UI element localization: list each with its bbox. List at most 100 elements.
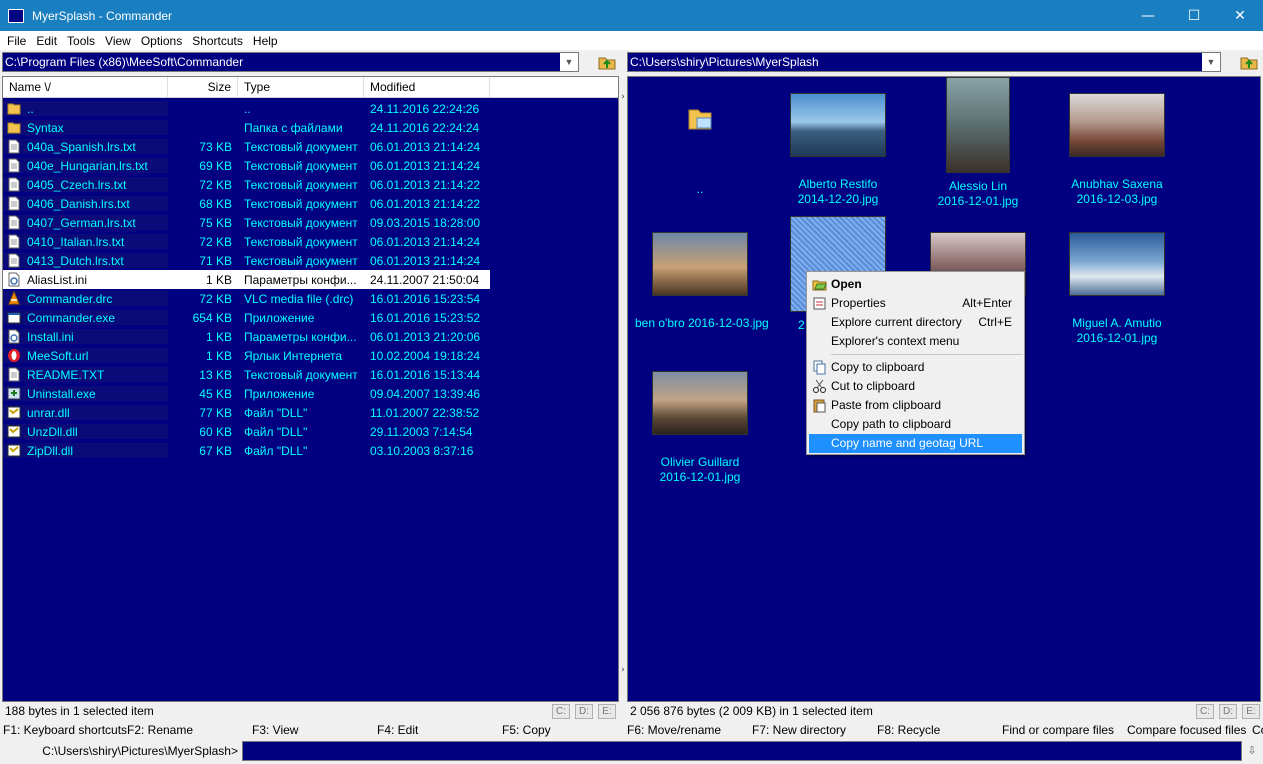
file-type: Текстовый документ: [244, 234, 358, 249]
file-row[interactable]: Commander.exe 654 KB Приложение 16.01.2016 …: [3, 308, 618, 327]
close-button[interactable]: ✕: [1217, 0, 1263, 31]
file-row[interactable]: README.TXT 13 KB Текстовый документ 16.01.2…: [3, 365, 618, 384]
menu-options[interactable]: Options: [136, 34, 187, 48]
file-row[interactable]: ZipDll.dll 67 KB Файл "DLL" 03.10.2003 8:37…: [3, 441, 618, 460]
file-name: MeeSoft.url: [27, 348, 89, 363]
fkey-f2-rename[interactable]: F2: Rename: [127, 722, 193, 739]
folder-up-icon: [1240, 57, 1258, 70]
file-row[interactable]: 0410_Italian.lrs.txt 72 KB Текстовый докум…: [3, 232, 618, 251]
col-name-header[interactable]: Name \/: [3, 77, 168, 97]
menu-tools[interactable]: Tools: [62, 34, 100, 48]
file-row[interactable]: .... 24.11.2016 22:24:26: [3, 99, 618, 118]
file-row[interactable]: 0406_Danish.lrs.txt 68 KB Текстовый докуме…: [3, 194, 618, 213]
ctx-copy-path-to-clipboard[interactable]: Copy path to clipboard: [809, 415, 1022, 434]
file-type: Текстовый документ: [244, 158, 358, 173]
menu-help[interactable]: Help: [248, 34, 283, 48]
chevron-down-icon[interactable]: ⇩: [1243, 741, 1261, 761]
text-file-icon: [7, 234, 21, 249]
fkey-f8-recycle[interactable]: F8: Recycle: [877, 722, 940, 739]
file-name: ZipDll.dll: [27, 443, 74, 458]
col-type-header[interactable]: Type: [238, 77, 364, 97]
left-drive-e[interactable]: E:: [598, 704, 616, 719]
fkey-f3-view[interactable]: F3: View: [252, 722, 298, 739]
fkey-f7-new-directory[interactable]: F7: New directory: [752, 722, 846, 739]
chevron-down-icon[interactable]: ▼: [1202, 53, 1220, 71]
file-row[interactable]: 0405_Czech.lrs.txt 72 KB Текстовый докумен…: [3, 175, 618, 194]
right-path-combo[interactable]: C:\Users\shiry\Pictures\MyerSplash ▼: [627, 52, 1221, 72]
menu-file[interactable]: File: [2, 34, 31, 48]
file-name-cell: 040a_Spanish.lrs.txt: [3, 139, 168, 154]
file-row-selected[interactable]: AliasList.ini 1 KB Параметры конфи... 24.11…: [3, 270, 490, 289]
fkey-f5-copy[interactable]: F5: Copy: [502, 722, 551, 739]
file-modified: 09.03.2015 18:28:00: [370, 215, 481, 230]
menu-shortcuts[interactable]: Shortcuts: [187, 34, 248, 48]
left-path-combo[interactable]: C:\Program Files (x86)\MeeSoft\Commander…: [2, 52, 579, 72]
splitter-arrow-icon[interactable]: ›: [619, 92, 627, 102]
thumbnail-item[interactable]: Olivier Guillard 2016-12-01.jpg: [635, 371, 765, 485]
fkey-f4-edit[interactable]: F4: Edit: [377, 722, 418, 739]
right-drive-e[interactable]: E:: [1242, 704, 1260, 719]
left-up-folder-button[interactable]: [596, 52, 618, 72]
ctx-copy-name-and-geotag-url[interactable]: Copy name and geotag URL: [809, 434, 1022, 453]
right-drive-d[interactable]: D:: [1219, 704, 1237, 719]
file-modified: 03.10.2003 8:37:16: [370, 443, 474, 458]
col-size-header[interactable]: Size: [168, 77, 238, 97]
compare-focused-files-button[interactable]: Compare focused files: [1127, 722, 1246, 739]
ctx-cut-to-clipboard[interactable]: Cut to clipboard: [809, 377, 1022, 396]
find-compare-files-button[interactable]: Find or compare files: [1002, 722, 1114, 739]
file-row[interactable]: 040e_Hungarian.lrs.txt 69 KB Текстовый док…: [3, 156, 618, 175]
file-type: Текстовый документ: [244, 196, 358, 211]
thumbnail-item[interactable]: ben o'bro 2016-12-03.jpg: [635, 232, 769, 331]
file-name-cell: 0410_Italian.lrs.txt: [3, 234, 168, 249]
menu-view[interactable]: View: [100, 34, 136, 48]
thumb-label: 2016-12-03.jpg: [1076, 192, 1158, 206]
right-drive-c[interactable]: C:: [1196, 704, 1214, 719]
fkey-truncated[interactable]: Co: [1252, 722, 1263, 739]
thumbnail-item[interactable]: Miguel A. Amutio 2016-12-01.jpg: [1052, 232, 1182, 346]
left-drive-d[interactable]: D:: [575, 704, 593, 719]
file-modified: 16.01.2016 15:23:54: [370, 291, 481, 306]
ctx-explore-current-directory[interactable]: Explore current directory Ctrl+E: [809, 313, 1022, 332]
file-row[interactable]: Commander.drc 72 KB VLC media file (.drc) 1…: [3, 289, 618, 308]
ctx-explorer-context-menu[interactable]: Explorer's context menu: [809, 332, 1022, 351]
file-modified: 09.04.2007 13:39:46: [370, 386, 481, 401]
thumbnail-image: [1069, 93, 1165, 157]
fkey-f1-keyboard-shortcuts[interactable]: F1: Keyboard shortcuts: [3, 722, 127, 739]
file-row[interactable]: unrar.dll 77 KB Файл "DLL" 11.01.2007 22:38…: [3, 403, 618, 422]
dll-icon: [7, 443, 21, 458]
left-rows: .... 24.11.2016 22:24:26 Syntax Папка с фай…: [3, 99, 618, 460]
menu-edit[interactable]: Edit: [31, 34, 62, 48]
file-row[interactable]: 0413_Dutch.lrs.txt 71 KB Текстовый докумен…: [3, 251, 618, 270]
splitter-arrow-icon[interactable]: ›: [619, 665, 627, 675]
thumbnail-item[interactable]: Anubhav Saxena 2016-12-03.jpg: [1052, 93, 1182, 207]
file-row[interactable]: Uninstall.exe 45 KB Приложение 09.04.2007 1…: [3, 384, 618, 403]
chevron-down-icon[interactable]: ▼: [560, 53, 578, 71]
command-line-input[interactable]: [242, 741, 1242, 761]
file-row[interactable]: Install.ini 1 KB Параметры конфи... 06.01.2…: [3, 327, 618, 346]
maximize-button[interactable]: ☐: [1171, 0, 1217, 31]
file-row[interactable]: Syntax Папка с файлами 24.11.2016 22:24:24: [3, 118, 618, 137]
ctx-paste-from-clipboard[interactable]: Paste from clipboard: [809, 396, 1022, 415]
thumbnail-item[interactable]: Alberto Restifo 2014-12-20.jpg: [773, 93, 903, 207]
left-drive-c[interactable]: C:: [552, 704, 570, 719]
ctx-open[interactable]: Open: [809, 275, 1022, 294]
fkey-f6-move-rename[interactable]: F6: Move/rename: [627, 722, 721, 739]
file-name: unrar.dll: [27, 405, 70, 420]
thumbnail-item[interactable]: Alessio Lin 2016-12-01.jpg: [913, 77, 1043, 209]
file-row[interactable]: UnzDll.dll 60 KB Файл "DLL" 29.11.2003 7:14…: [3, 422, 618, 441]
ctx-copy-to-clipboard[interactable]: Copy to clipboard: [809, 358, 1022, 377]
file-type: Папка с файлами: [244, 120, 343, 135]
file-type: Параметры конфи...: [244, 272, 357, 287]
minimize-button[interactable]: —: [1125, 0, 1171, 31]
file-name-cell: Install.ini: [3, 329, 168, 344]
col-modified-header[interactable]: Modified: [364, 77, 490, 97]
thumbnail-parent-dir[interactable]: ..: [635, 104, 765, 197]
text-file-icon: [7, 215, 21, 230]
file-size: 71 KB: [199, 253, 232, 268]
file-row[interactable]: 040a_Spanish.lrs.txt 73 KB Текстовый докум…: [3, 137, 618, 156]
ctx-properties[interactable]: Properties Alt+Enter: [809, 294, 1022, 313]
left-file-list[interactable]: Name \/ Size Type Modified .... 24.11.201…: [2, 76, 619, 702]
file-row[interactable]: MeeSoft.url 1 KB Ярлык Интернета 10.02.2004…: [3, 346, 618, 365]
file-row[interactable]: 0407_German.lrs.txt 75 KB Текстовый докуме…: [3, 213, 618, 232]
right-up-folder-button[interactable]: [1238, 52, 1260, 72]
